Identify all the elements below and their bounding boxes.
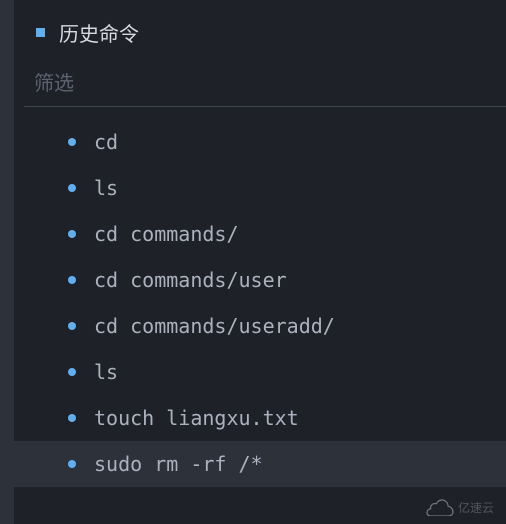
bullet-icon	[68, 230, 76, 238]
command-text: cd commands/	[94, 222, 239, 246]
command-text: touch liangxu.txt	[94, 406, 299, 430]
command-text: cd commands/useradd/	[94, 314, 335, 338]
bullet-icon	[68, 322, 76, 330]
history-panel: 历史命令 cd ls cd commands/ cd commands/user…	[14, 0, 506, 487]
bullet-icon	[68, 460, 76, 468]
command-item[interactable]: sudo rm -rf /*	[14, 441, 506, 487]
command-item[interactable]: cd commands/user	[14, 257, 506, 303]
sidebar-strip	[0, 0, 14, 524]
divider	[24, 106, 506, 107]
command-text: cd	[94, 130, 118, 154]
command-text: ls	[94, 176, 118, 200]
command-item[interactable]: ls	[14, 349, 506, 395]
command-item[interactable]: cd commands/useradd/	[14, 303, 506, 349]
header-marker-icon	[36, 28, 45, 37]
command-item[interactable]: ls	[14, 165, 506, 211]
watermark-text: 亿速云	[458, 499, 494, 516]
bullet-icon	[68, 414, 76, 422]
bullet-icon	[68, 276, 76, 284]
panel-header: 历史命令	[14, 18, 506, 47]
command-item[interactable]: touch liangxu.txt	[14, 395, 506, 441]
command-text: sudo rm -rf /*	[94, 452, 263, 476]
command-text: cd commands/user	[94, 268, 287, 292]
watermark: 亿速云	[426, 498, 494, 516]
bullet-icon	[68, 368, 76, 376]
cloud-icon	[426, 498, 454, 516]
command-list: cd ls cd commands/ cd commands/user cd c…	[14, 119, 506, 487]
command-item[interactable]: cd	[14, 119, 506, 165]
command-text: ls	[94, 360, 118, 384]
command-item[interactable]: cd commands/	[14, 211, 506, 257]
filter-input[interactable]	[24, 65, 492, 104]
bullet-icon	[68, 138, 76, 146]
bullet-icon	[68, 184, 76, 192]
panel-title: 历史命令	[59, 18, 139, 47]
